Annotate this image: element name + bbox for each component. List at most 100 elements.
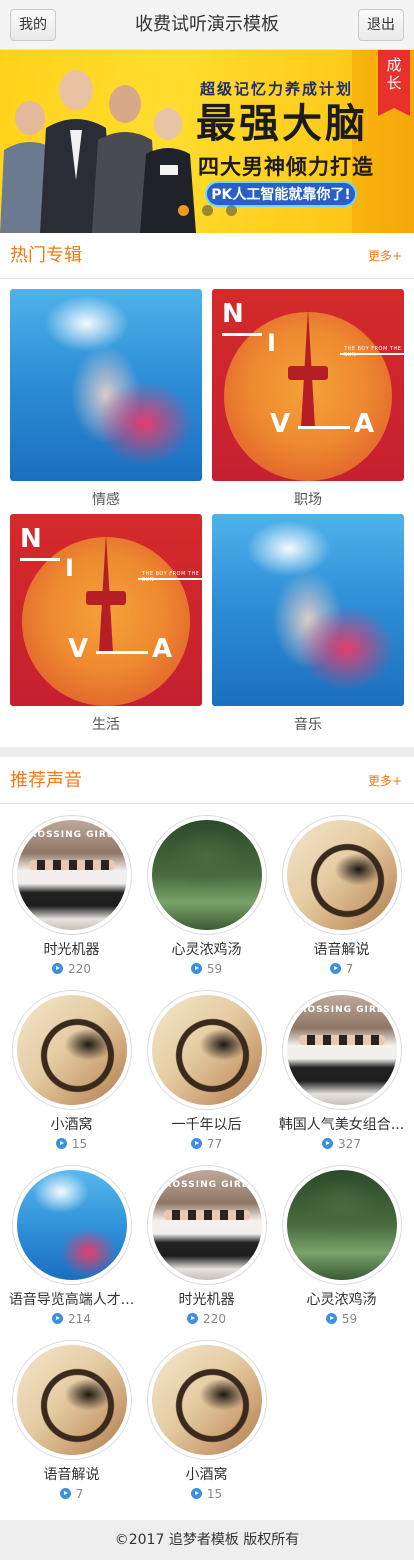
sound-thumbnail — [16, 1170, 127, 1280]
poster-letter-i: I — [65, 554, 74, 582]
sound-name: 语音解说 — [313, 942, 370, 958]
promo-banner[interactable]: 成 长 超级记忆力养成计划 最强大脑 四大男神倾力打造 PK人工智能就靠你了! — [0, 50, 414, 233]
play-count: 220 — [4, 961, 139, 977]
play-icon — [52, 1313, 64, 1324]
sound-item[interactable]: 心灵浓鸡汤 59 — [139, 815, 274, 977]
album-cover-image: N I THE BOY FROM THE SUN V A — [10, 514, 202, 706]
play-icon — [52, 963, 64, 974]
play-count-value: 15 — [206, 1487, 223, 1501]
sound-name: 小酒窝 — [50, 1117, 93, 1133]
play-icon — [190, 963, 202, 974]
hot-albums-header: 热门专辑 更多+ — [0, 233, 414, 279]
sound-thumbnail — [16, 995, 127, 1105]
sound-item[interactable]: 语音导览高端人才... 214 — [4, 1165, 139, 1327]
sound-thumbnail-ring — [281, 1165, 402, 1285]
play-icon — [322, 1138, 334, 1149]
album-card[interactable]: N I THE BOY FROM THE SUN V A 生活 — [10, 514, 202, 733]
poster-letter-a: A — [354, 409, 375, 439]
hot-albums-title: 热门专辑 — [10, 245, 82, 266]
sound-thumbnail-ring — [281, 815, 402, 935]
sound-thumbnail: CROSSING GIRLS — [151, 1170, 262, 1280]
sound-thumbnail-ring: CROSSING GIRLS — [11, 815, 132, 935]
play-icon — [325, 1313, 337, 1324]
group-faces — [298, 1035, 385, 1045]
sound-name: 韩国人气美女组合... — [278, 1117, 405, 1133]
sound-item[interactable]: 小酒窝 15 — [139, 1340, 274, 1502]
top-bar: 我的 收费试听演示模板 退出 — [0, 0, 414, 50]
play-count-value: 15 — [71, 1137, 88, 1151]
hot-albums-more-link[interactable]: 更多+ — [368, 233, 402, 279]
album-card[interactable]: 情感 — [10, 289, 202, 508]
sound-thumbnail: CROSSING GIRLS — [286, 995, 397, 1105]
banner-headline: 最强大脑 — [196, 101, 368, 147]
sound-item[interactable]: CROSSING GIRLS 时光机器 220 — [4, 815, 139, 977]
sound-thumbnail-ring — [11, 1165, 132, 1285]
sound-thumbnail — [16, 1345, 127, 1455]
carousel-dot-1[interactable] — [178, 205, 189, 216]
play-count-value: 214 — [68, 1312, 91, 1326]
logout-button[interactable]: 退出 — [358, 9, 404, 41]
banner-subtitle: 超级记忆力养成计划 — [200, 80, 354, 98]
poster-bar — [298, 426, 350, 429]
carousel-dot-2[interactable] — [202, 205, 213, 216]
recommended-sounds-title: 推荐声音 — [10, 770, 82, 791]
sound-item[interactable]: 语音解说 7 — [4, 1340, 139, 1502]
poster-letter-i: I — [267, 329, 276, 357]
poster-bar — [340, 353, 404, 355]
footer-copyright: ©2017 追梦者模板 版权所有 — [0, 1520, 414, 1560]
play-count: 7 — [4, 1486, 139, 1502]
sound-item[interactable]: 心灵浓鸡汤 59 — [274, 1165, 409, 1327]
play-icon — [59, 1488, 71, 1499]
album-card[interactable]: N I THE BOY FROM THE SUN V A 职场 — [212, 289, 404, 508]
album-label: 音乐 — [294, 717, 322, 733]
play-count-value: 59 — [206, 962, 223, 976]
play-icon — [190, 1138, 202, 1149]
poster-wing — [288, 365, 328, 380]
sound-item[interactable]: 小酒窝 15 — [4, 990, 139, 1152]
sound-item[interactable]: CROSSING GIRLS 韩国人气美女组合... 327 — [274, 990, 409, 1152]
sound-thumbnail — [286, 1170, 397, 1280]
album-label: 生活 — [92, 717, 120, 733]
sound-item[interactable]: 一千年以后 77 — [139, 990, 274, 1152]
sound-item[interactable]: 语音解说 7 — [274, 815, 409, 977]
sound-thumbnail-ring — [146, 815, 267, 935]
sound-thumbnail-ring: CROSSING GIRLS — [146, 1165, 267, 1285]
play-count: 59 — [139, 961, 274, 977]
album-card[interactable]: 音乐 — [212, 514, 404, 733]
recommended-sounds-more-link[interactable]: 更多+ — [368, 758, 402, 804]
poster-small-text: THE BOY FROM THE SUN — [142, 571, 200, 583]
sound-name: 时光机器 — [43, 942, 100, 958]
play-icon — [55, 1138, 67, 1149]
sound-thumbnail-ring — [11, 1340, 132, 1460]
play-count: 77 — [139, 1136, 274, 1152]
play-icon — [190, 1488, 202, 1499]
album-cover-image — [10, 289, 202, 481]
page-title: 收费试听演示模板 — [135, 14, 279, 35]
sound-item[interactable]: CROSSING GIRLS 时光机器 220 — [139, 1165, 274, 1327]
group-faces — [163, 1210, 250, 1220]
play-count-value: 7 — [75, 1487, 84, 1501]
banner-tagline: 四大男神倾力打造 — [198, 155, 374, 179]
sound-name: 时光机器 — [178, 1292, 235, 1308]
poster-bar — [20, 558, 60, 561]
poster-wing — [86, 590, 126, 605]
sound-thumbnail: CROSSING GIRLS — [16, 820, 127, 930]
poster-letter-n: N — [222, 299, 244, 329]
growth-tag-char-1: 成 — [386, 56, 402, 74]
album-cover-image: N I THE BOY FROM THE SUN V A — [212, 289, 404, 481]
sound-thumbnail-ring: CROSSING GIRLS — [281, 990, 402, 1110]
play-count-value: 59 — [341, 1312, 358, 1326]
carousel-dot-3[interactable] — [226, 205, 237, 216]
play-count: 7 — [274, 961, 409, 977]
play-count: 327 — [274, 1136, 409, 1152]
play-count-value: 220 — [203, 1312, 226, 1326]
play-count: 15 — [4, 1136, 139, 1152]
play-count-value: 77 — [206, 1137, 223, 1151]
album-label: 情感 — [92, 492, 120, 508]
sound-thumbnail-ring — [11, 990, 132, 1110]
poster-letter-a: A — [152, 634, 173, 664]
sound-thumbnail — [286, 820, 397, 930]
banner-hosts-image — [0, 70, 196, 233]
play-count: 214 — [4, 1311, 139, 1327]
group-faces — [28, 860, 115, 870]
